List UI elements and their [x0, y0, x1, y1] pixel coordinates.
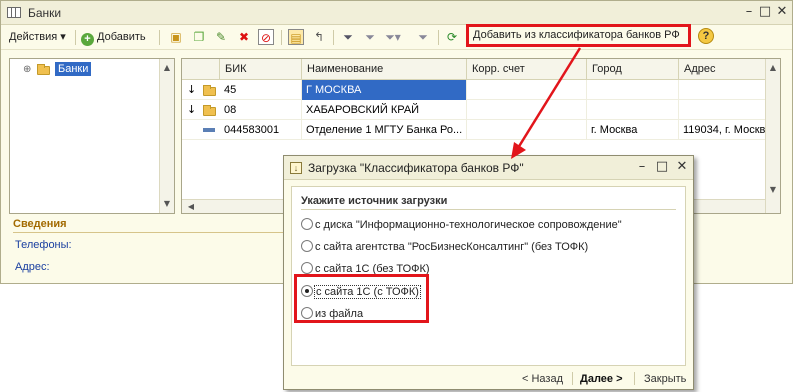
row-expand-icon[interactable]: ↓: [187, 103, 196, 116]
minimize-icon[interactable]: –: [634, 160, 650, 176]
cell-bik: 08: [220, 100, 302, 120]
table-row[interactable]: 044583001 Отделение 1 МГТУ Банка Ро... г…: [182, 120, 765, 140]
header-icons: [182, 59, 220, 79]
phones-label: Телефоны:: [15, 239, 72, 251]
level-up-icon[interactable]: ↰: [311, 29, 327, 45]
radio-option-its-disk[interactable]: с диска "Информационно-технологическое с…: [301, 217, 622, 233]
load-classifier-dialog: ↓ Загрузка "Классификатора банков РФ" – …: [283, 155, 694, 390]
tree-scrollbar[interactable]: ▲ ▼: [159, 59, 174, 213]
info-divider: [13, 232, 283, 233]
cell-address: 119034, г. Москв: [683, 124, 765, 136]
radio-button[interactable]: [301, 218, 313, 230]
address-label: Адрес:: [15, 261, 50, 273]
row-expand-icon[interactable]: ↓: [187, 83, 196, 96]
radio-button[interactable]: [301, 240, 313, 252]
folder-icon: [203, 85, 216, 96]
toolbar-separator: [438, 30, 439, 45]
column-header-address[interactable]: Адрес: [679, 59, 765, 79]
filter-icon[interactable]: ⏷: [340, 29, 356, 45]
column-header-name[interactable]: Наименование: [302, 59, 467, 79]
actions-menu-button[interactable]: Действия ▾: [9, 29, 66, 46]
cell-bik: 45: [220, 80, 302, 100]
cell-city: [587, 80, 679, 100]
close-icon[interactable]: ✕: [674, 160, 690, 176]
scroll-down-icon[interactable]: ▼: [766, 183, 780, 197]
options-highlight-box: [294, 274, 429, 323]
clear-filter-icon[interactable]: ⏷: [415, 29, 431, 45]
window-title: Банки: [28, 6, 62, 20]
tree-node-banks[interactable]: Банки: [55, 62, 92, 76]
edit-icon[interactable]: ✎: [213, 29, 229, 45]
table-vertical-scrollbar[interactable]: ▲ ▼: [765, 59, 780, 213]
dialog-title: Загрузка "Классификатора банков РФ": [308, 161, 524, 175]
source-section-title: Укажите источник загрузки: [301, 195, 448, 207]
back-button[interactable]: < Назад: [522, 371, 563, 387]
cell-corr-account: [467, 100, 587, 120]
cell-name: Отделение 1 МГТУ Банка Ро...: [302, 120, 467, 140]
folder-icon: [37, 64, 50, 75]
toolbar-separator: [281, 30, 282, 45]
scroll-left-icon[interactable]: ◀: [184, 200, 198, 213]
radio-label: с сайта агентства "РосБизнесКонсалтинг" …: [315, 241, 589, 253]
plus-icon: +: [81, 33, 94, 46]
groups-tree[interactable]: ⊕ Банки ▲ ▼: [9, 58, 175, 214]
column-header-city[interactable]: Город: [587, 59, 679, 79]
dialog-load-icon: ↓: [290, 162, 302, 174]
cell-address: [679, 100, 765, 120]
next-button[interactable]: Далее >: [580, 371, 623, 387]
maximize-icon[interactable]: □: [757, 5, 773, 21]
minimize-icon[interactable]: –: [741, 5, 757, 21]
add-from-classifier-button[interactable]: Добавить из классификатора банков РФ: [466, 24, 691, 47]
close-button[interactable]: Закрыть: [644, 371, 686, 387]
scroll-up-icon[interactable]: ▲: [766, 61, 780, 75]
footer-separator: [572, 372, 573, 385]
hierarchy-icon[interactable]: ▤: [288, 29, 304, 45]
column-header-corr-account[interactable]: Корр. счет: [467, 59, 587, 79]
radio-button[interactable]: [301, 262, 313, 274]
footer-separator: [634, 372, 635, 385]
cell-name: ХАБАРОВСКИЙ КРАЙ: [302, 100, 467, 120]
filter-list-icon[interactable]: ⏷▾: [385, 29, 401, 45]
add-button[interactable]: + Добавить: [81, 29, 146, 46]
info-section-title: Сведения: [13, 218, 67, 230]
toolbar-separator: [75, 30, 76, 45]
radio-label: с диска "Информационно-технологическое с…: [315, 219, 622, 231]
add-folder-icon[interactable]: ▣: [168, 29, 184, 45]
scroll-up-icon[interactable]: ▲: [160, 61, 174, 75]
scroll-down-icon[interactable]: ▼: [160, 197, 174, 211]
mark-delete-icon[interactable]: ⊘: [258, 29, 274, 45]
cell-corr-account: [467, 120, 587, 140]
expand-icon[interactable]: ⊕: [23, 64, 31, 75]
folder-icon: [203, 105, 216, 116]
cell-city: [587, 100, 679, 120]
delete-icon[interactable]: ✖: [236, 29, 252, 45]
table-row[interactable]: ↓ 45 Г МОСКВА: [182, 80, 765, 100]
cell-bik: 044583001: [220, 120, 302, 140]
dialog-titlebar: ↓ Загрузка "Классификатора банков РФ" – …: [284, 156, 693, 180]
close-icon[interactable]: ✕: [774, 5, 790, 21]
copy-icon[interactable]: ❐: [191, 29, 207, 45]
help-icon[interactable]: ?: [698, 28, 714, 44]
filter-selection-icon[interactable]: ⏷: [362, 29, 378, 45]
window-titlebar: Банки – □ ✕: [1, 1, 792, 25]
cell-name: Г МОСКВА: [302, 80, 467, 100]
toolbar-separator: [333, 30, 334, 45]
table-icon: [7, 7, 21, 18]
table-header: БИК Наименование Корр. счет Город Адрес: [182, 59, 765, 80]
maximize-icon[interactable]: □: [654, 160, 670, 176]
column-header-bik[interactable]: БИК: [220, 59, 302, 79]
section-divider: [301, 209, 676, 210]
refresh-icon[interactable]: ⟳: [444, 29, 460, 45]
dialog-footer: < Назад Далее > Закрыть: [284, 368, 693, 389]
cell-corr-account: [467, 80, 587, 100]
cell-address: [679, 80, 765, 100]
radio-option-rbc-site[interactable]: с сайта агентства "РосБизнесКонсалтинг" …: [301, 239, 588, 255]
table-row[interactable]: ↓ 08 ХАБАРОВСКИЙ КРАЙ: [182, 100, 765, 120]
cell-city: г. Москва: [587, 120, 679, 140]
toolbar-separator: [159, 30, 160, 45]
bank-item-icon: [203, 128, 215, 132]
